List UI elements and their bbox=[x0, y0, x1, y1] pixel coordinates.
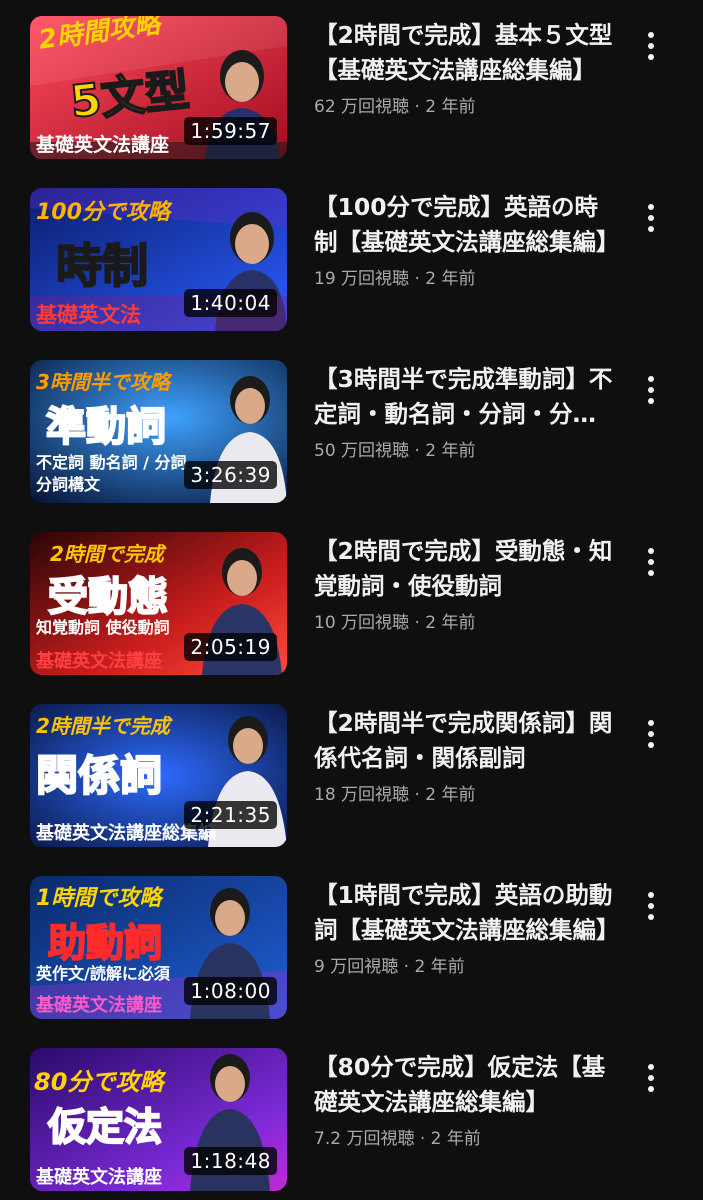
video-title[interactable]: 【80分で完成】仮定法【基礎英文法講座総集編】 bbox=[314, 1050, 614, 1120]
view-count: 18 万回視聴 bbox=[314, 785, 410, 805]
thumbnail-topic: 5文型 bbox=[67, 64, 192, 129]
more-vertical-icon[interactable] bbox=[636, 26, 666, 66]
duration-badge: 2:21:35 bbox=[184, 801, 277, 829]
video-thumbnail[interactable]: 100分で攻略 時制 基礎英文法 1:40:04 bbox=[30, 188, 287, 331]
more-vertical-icon[interactable] bbox=[636, 886, 666, 926]
duration-badge: 1:40:04 bbox=[184, 289, 277, 317]
separator-dot: · bbox=[409, 441, 426, 461]
separator-dot: · bbox=[409, 97, 426, 117]
view-count: 9 万回視聴 bbox=[314, 957, 399, 977]
video-title[interactable]: 【3時間半で完成準動詞】不定詞・動名詞・分詞・分詞構文 bbox=[314, 362, 614, 432]
duration-badge: 1:59:57 bbox=[184, 117, 277, 145]
video-stats: 19 万回視聴 · 2 年前 bbox=[314, 264, 614, 289]
thumbnail-series: 基礎英文法講座 bbox=[36, 651, 162, 672]
video-stats: 18 万回視聴 · 2 年前 bbox=[314, 780, 614, 805]
thumbnail-subtitle: 英作文/読解に必須 bbox=[36, 964, 170, 983]
separator-dot: · bbox=[414, 1129, 431, 1149]
thumbnail-series: 基礎英文法講座 bbox=[36, 995, 162, 1016]
video-stats: 10 万回視聴 · 2 年前 bbox=[314, 608, 614, 633]
video-list: 2時間攻略 5文型 基礎英文法講座 1:59:57 【2時間で完成】基本５文型【… bbox=[0, 0, 703, 1200]
more-vertical-icon[interactable] bbox=[636, 1058, 666, 1098]
thumbnail-headline: 2時間で完成 bbox=[50, 542, 164, 566]
video-stats: 62 万回視聴 · 2 年前 bbox=[314, 92, 614, 117]
thumbnail-headline: 80分で攻略 bbox=[34, 1068, 164, 1096]
upload-age: 2 年前 bbox=[425, 613, 476, 633]
duration-badge: 2:05:19 bbox=[184, 633, 277, 661]
thumbnail-topic: 時制 bbox=[55, 238, 149, 294]
duration-badge: 1:18:48 bbox=[184, 1147, 277, 1175]
thumbnail-subtitle: 知覚動詞 使役動詞 bbox=[36, 618, 170, 637]
more-vertical-icon[interactable] bbox=[636, 714, 666, 754]
duration-badge: 1:08:00 bbox=[184, 977, 277, 1005]
thumbnail-topic: 助動詞 bbox=[47, 920, 163, 966]
upload-age: 2 年前 bbox=[425, 785, 476, 805]
video-title[interactable]: 【2時間半で完成関係詞】関係代名詞・関係副詞 bbox=[314, 706, 614, 776]
video-thumbnail[interactable]: 2時間で完成 受動態 知覚動詞 使役動詞 基礎英文法講座 2:05:19 bbox=[30, 532, 287, 675]
more-vertical-icon[interactable] bbox=[636, 198, 666, 238]
video-meta[interactable]: 【1時間で完成】英語の助動詞【基礎英文法講座総集編】 9 万回視聴 · 2 年前 bbox=[314, 876, 614, 977]
video-meta[interactable]: 【3時間半で完成準動詞】不定詞・動名詞・分詞・分詞構文 50 万回視聴 · 2 … bbox=[314, 360, 614, 461]
upload-age: 2 年前 bbox=[425, 441, 476, 461]
thumbnail-subtitle: 不定詞 動名詞 / 分詞 分詞構文 bbox=[36, 453, 187, 494]
video-title[interactable]: 【1時間で完成】英語の助動詞【基礎英文法講座総集編】 bbox=[314, 878, 614, 948]
thumbnail-topic: 準動詞 bbox=[45, 403, 167, 451]
video-stats: 50 万回視聴 · 2 年前 bbox=[314, 436, 614, 461]
separator-dot: · bbox=[409, 785, 426, 805]
video-title[interactable]: 【2時間で完成】受動態・知覚動詞・使役動詞 bbox=[314, 534, 614, 604]
video-title[interactable]: 【100分で完成】英語の時制【基礎英文法講座総集編】 bbox=[314, 190, 614, 260]
thumbnail-headline: 2時間半で完成 bbox=[36, 714, 170, 738]
duration-badge: 3:26:39 bbox=[184, 461, 277, 489]
view-count: 7.2 万回視聴 bbox=[314, 1129, 415, 1149]
upload-age: 2 年前 bbox=[425, 97, 476, 117]
thumbnail-series: 基礎英文法講座 bbox=[36, 134, 170, 156]
video-meta[interactable]: 【2時間半で完成関係詞】関係代名詞・関係副詞 18 万回視聴 · 2 年前 bbox=[314, 704, 614, 805]
thumbnail-headline: 1時間で攻略 bbox=[36, 886, 162, 911]
separator-dot: · bbox=[398, 957, 415, 977]
video-item[interactable]: 2時間半で完成 関係詞 基礎英文法講座総集編 2:21:35 【2時間半で完成関… bbox=[0, 704, 703, 854]
video-stats: 7.2 万回視聴 · 2 年前 bbox=[314, 1124, 614, 1149]
upload-age: 2 年前 bbox=[414, 957, 465, 977]
video-item[interactable]: 100分で攻略 時制 基礎英文法 1:40:04 【100分で完成】英語の時制【… bbox=[0, 188, 703, 338]
view-count: 19 万回視聴 bbox=[314, 269, 410, 289]
thumbnail-topic: 関係詞 bbox=[35, 750, 163, 801]
video-meta[interactable]: 【2時間で完成】基本５文型【基礎英文法講座総集編】 62 万回視聴 · 2 年前 bbox=[314, 16, 614, 117]
video-thumbnail[interactable]: 2時間半で完成 関係詞 基礎英文法講座総集編 2:21:35 bbox=[30, 704, 287, 847]
video-thumbnail[interactable]: 3時間半で攻略 準動詞 不定詞 動名詞 / 分詞 分詞構文 3:26:39 bbox=[30, 360, 287, 503]
view-count: 10 万回視聴 bbox=[314, 613, 410, 633]
video-meta[interactable]: 【100分で完成】英語の時制【基礎英文法講座総集編】 19 万回視聴 · 2 年… bbox=[314, 188, 614, 289]
video-item[interactable]: 3時間半で攻略 準動詞 不定詞 動名詞 / 分詞 分詞構文 3:26:39 【3… bbox=[0, 360, 703, 510]
video-stats: 9 万回視聴 · 2 年前 bbox=[314, 952, 614, 977]
video-item[interactable]: 1時間で攻略 助動詞 英作文/読解に必須 基礎英文法講座 1:08:00 【1時… bbox=[0, 876, 703, 1026]
thumbnail-series: 基礎英文法 bbox=[36, 303, 141, 327]
thumbnail-series: 基礎英文法講座 bbox=[36, 1167, 162, 1188]
separator-dot: · bbox=[409, 613, 426, 633]
more-vertical-icon[interactable] bbox=[636, 370, 666, 410]
video-thumbnail[interactable]: 1時間で攻略 助動詞 英作文/読解に必須 基礎英文法講座 1:08:00 bbox=[30, 876, 287, 1019]
upload-age: 2 年前 bbox=[425, 269, 476, 289]
view-count: 50 万回視聴 bbox=[314, 441, 410, 461]
video-meta[interactable]: 【80分で完成】仮定法【基礎英文法講座総集編】 7.2 万回視聴 · 2 年前 bbox=[314, 1048, 614, 1149]
video-item[interactable]: 2時間攻略 5文型 基礎英文法講座 1:59:57 【2時間で完成】基本５文型【… bbox=[0, 16, 703, 166]
video-title[interactable]: 【2時間で完成】基本５文型【基礎英文法講座総集編】 bbox=[314, 18, 614, 88]
thumbnail-topic: 仮定法 bbox=[47, 1104, 163, 1150]
video-meta[interactable]: 【2時間で完成】受動態・知覚動詞・使役動詞 10 万回視聴 · 2 年前 bbox=[314, 532, 614, 633]
video-item[interactable]: 80分で攻略 仮定法 基礎英文法講座 1:18:48 【80分で完成】仮定法【基… bbox=[0, 1048, 703, 1198]
upload-age: 2 年前 bbox=[430, 1129, 481, 1149]
thumbnail-headline: 100分で攻略 bbox=[36, 200, 170, 225]
separator-dot: · bbox=[409, 269, 426, 289]
video-thumbnail[interactable]: 2時間攻略 5文型 基礎英文法講座 1:59:57 bbox=[30, 16, 287, 159]
video-item[interactable]: 2時間で完成 受動態 知覚動詞 使役動詞 基礎英文法講座 2:05:19 【2時… bbox=[0, 532, 703, 682]
view-count: 62 万回視聴 bbox=[314, 97, 410, 117]
more-vertical-icon[interactable] bbox=[636, 542, 666, 582]
video-thumbnail[interactable]: 80分で攻略 仮定法 基礎英文法講座 1:18:48 bbox=[30, 1048, 287, 1191]
thumbnail-headline: 3時間半で攻略 bbox=[36, 370, 170, 394]
